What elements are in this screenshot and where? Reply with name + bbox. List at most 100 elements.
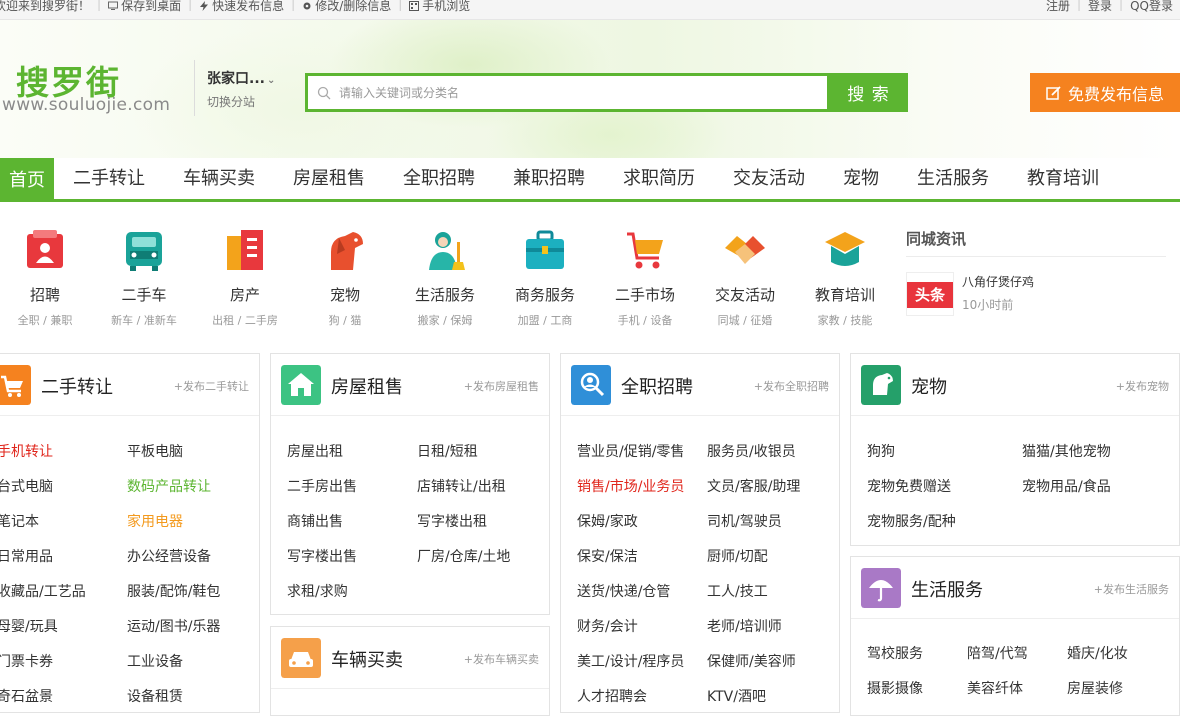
link-item[interactable]: 母婴/玩具 bbox=[0, 616, 58, 636]
link-item[interactable]: 厨师/切配 bbox=[707, 546, 768, 566]
link-item[interactable]: 销售/市场/业务员 bbox=[577, 476, 684, 496]
link-item[interactable]: 婚庆/化妆 bbox=[1067, 643, 1128, 663]
link-item[interactable]: 保姆/家政 bbox=[577, 511, 638, 531]
nav-item-pets[interactable]: 宠物 bbox=[843, 158, 879, 199]
gear-icon bbox=[303, 2, 311, 9]
category-education[interactable]: 教育培训 家教 / 技能 bbox=[795, 228, 895, 328]
login-link[interactable]: 登录 bbox=[1088, 0, 1112, 14]
category-business-services[interactable]: 商务服务 加盟 / 工商 bbox=[495, 228, 595, 328]
link-item[interactable]: 猫猫/其他宠物 bbox=[1022, 441, 1111, 461]
panel-title: 全职招聘 bbox=[621, 377, 693, 398]
panel-header: 二手转让 +发布二手转让 bbox=[0, 354, 259, 416]
save-desktop-link[interactable]: 保存到桌面 bbox=[108, 0, 181, 14]
link-item[interactable]: 写字楼出售 bbox=[287, 546, 357, 566]
header-divider bbox=[194, 60, 195, 116]
link-item[interactable]: 台式电脑 bbox=[0, 476, 53, 496]
link-item[interactable]: 保安/保洁 bbox=[577, 546, 638, 566]
link-item[interactable]: 手机转让 bbox=[0, 441, 53, 461]
link-item[interactable]: 宠物免费赠送 bbox=[867, 476, 951, 496]
link-item[interactable]: 店铺转让/出租 bbox=[417, 476, 506, 496]
nav-home[interactable]: 首页 bbox=[0, 158, 54, 199]
category-pets[interactable]: 宠物 狗 / 猫 bbox=[295, 228, 395, 328]
link-item[interactable]: 房屋装修 bbox=[1067, 678, 1123, 698]
category-secondhand-market[interactable]: 二手市场 手机 / 设备 bbox=[595, 228, 695, 328]
nav-item-parttime-jobs[interactable]: 兼职招聘 bbox=[513, 158, 585, 199]
nav-item-education[interactable]: 教育培训 bbox=[1027, 158, 1099, 199]
nav-item-fulltime-jobs[interactable]: 全职招聘 bbox=[403, 158, 475, 199]
category-property[interactable]: 房产 出租 / 二手房 bbox=[195, 228, 295, 328]
link-item[interactable]: 司机/驾驶员 bbox=[707, 511, 782, 531]
link-item[interactable]: 日租/短租 bbox=[417, 441, 478, 461]
link-item[interactable]: 送货/快递/仓管 bbox=[577, 581, 670, 601]
register-link[interactable]: 注册 bbox=[1046, 0, 1070, 14]
post-jobs-link[interactable]: +发布全职招聘 bbox=[754, 378, 829, 394]
link-item[interactable]: 设备租赁 bbox=[127, 686, 183, 706]
link-item[interactable]: 工业设备 bbox=[127, 651, 183, 671]
nav-item-housing[interactable]: 房屋租售 bbox=[293, 158, 365, 199]
link-item[interactable]: 狗狗 bbox=[867, 441, 895, 461]
link-item[interactable]: 商铺出售 bbox=[287, 511, 343, 531]
link-item[interactable]: 门票卡券 bbox=[0, 651, 53, 671]
link-item[interactable]: 陪驾/代驾 bbox=[967, 643, 1028, 663]
post-vehicle-link[interactable]: +发布车辆买卖 bbox=[464, 651, 539, 667]
link-item[interactable]: 宠物用品/食品 bbox=[1022, 476, 1111, 496]
link-item[interactable]: 办公经营设备 bbox=[127, 546, 211, 566]
post-housing-link[interactable]: +发布房屋租售 bbox=[464, 378, 539, 394]
mobile-browse-link[interactable]: 手机浏览 bbox=[409, 0, 470, 14]
link-item[interactable]: 老师/培训师 bbox=[707, 616, 782, 636]
link-item[interactable]: 宠物服务/配种 bbox=[867, 511, 956, 531]
link-item[interactable]: 二手房出售 bbox=[287, 476, 357, 496]
category-social[interactable]: 交友活动 同城 / 征婚 bbox=[695, 228, 795, 328]
link-item[interactable]: 笔记本 bbox=[0, 511, 39, 531]
category-name: 宠物 bbox=[329, 286, 360, 304]
news-item-title[interactable]: 八角仔煲仔鸡 bbox=[962, 273, 1034, 290]
link-item[interactable]: 写字楼出租 bbox=[417, 511, 487, 531]
post-life-link[interactable]: +发布生活服务 bbox=[1094, 581, 1169, 597]
link-item[interactable]: 收藏品/工艺品 bbox=[0, 581, 86, 601]
link-item[interactable]: 文员/客服/助理 bbox=[707, 476, 800, 496]
logo-url: www.souluojie.com bbox=[2, 95, 171, 115]
post-secondhand-link[interactable]: +发布二手转让 bbox=[174, 378, 249, 394]
link-item[interactable]: 服装/配饰/鞋包 bbox=[127, 581, 220, 601]
edit-delete-link[interactable]: 修改/删除信息 bbox=[302, 0, 391, 14]
link-item[interactable]: 财务/会计 bbox=[577, 616, 638, 636]
link-item[interactable]: 日常用品 bbox=[0, 546, 53, 566]
link-item[interactable]: 房屋出租 bbox=[287, 441, 343, 461]
link-item[interactable]: 人才招聘会 bbox=[577, 686, 647, 706]
category-life-services[interactable]: 生活服务 搬家 / 保姆 bbox=[395, 228, 495, 328]
link-item[interactable]: 厂房/仓库/土地 bbox=[417, 546, 510, 566]
link-item[interactable]: KTV/酒吧 bbox=[707, 686, 766, 706]
quick-post-link[interactable]: 快速发布信息 bbox=[199, 0, 284, 14]
link-item[interactable]: 求租/求购 bbox=[287, 581, 348, 601]
nav-item-resumes[interactable]: 求职简历 bbox=[623, 158, 695, 199]
link-item[interactable]: 工人/技工 bbox=[707, 581, 768, 601]
nav-item-vehicles[interactable]: 车辆买卖 bbox=[183, 158, 255, 199]
news-thumbnail[interactable]: 头条 bbox=[906, 272, 954, 316]
post-free-info-button[interactable]: 免费发布信息 bbox=[1030, 73, 1180, 112]
link-item[interactable]: 美工/设计/程序员 bbox=[577, 651, 684, 671]
city-selector[interactable]: 张家口... ⌄ bbox=[207, 68, 275, 88]
category-used-car[interactable]: 二手车 新车 / 准新车 bbox=[94, 228, 194, 328]
link-item[interactable]: 平板电脑 bbox=[127, 441, 183, 461]
link-item[interactable]: 服务员/收银员 bbox=[707, 441, 796, 461]
category-recruit[interactable]: 招聘 全职 / 兼职 bbox=[0, 228, 95, 328]
nav-item-social[interactable]: 交友活动 bbox=[733, 158, 805, 199]
link-item[interactable]: 美容纤体 bbox=[967, 678, 1023, 698]
switch-site-link[interactable]: 切换分站 bbox=[207, 93, 255, 110]
edit-delete-label: 修改/删除信息 bbox=[315, 0, 392, 13]
nav-item-secondhand[interactable]: 二手转让 bbox=[73, 158, 145, 199]
nav-item-life-services[interactable]: 生活服务 bbox=[917, 158, 989, 199]
category-sub: 出租 / 二手房 bbox=[212, 314, 278, 327]
link-item[interactable]: 数码产品转让 bbox=[127, 476, 211, 496]
search-button[interactable]: 搜 索 bbox=[829, 73, 908, 112]
post-pets-link[interactable]: +发布宠物 bbox=[1116, 378, 1169, 394]
search-input[interactable]: 请输入关键词或分类名 bbox=[305, 73, 830, 112]
link-item[interactable]: 家用电器 bbox=[127, 511, 183, 531]
link-item[interactable]: 摄影摄像 bbox=[867, 678, 923, 698]
link-item[interactable]: 奇石盆景 bbox=[0, 686, 53, 706]
link-item[interactable]: 营业员/促销/零售 bbox=[577, 441, 684, 461]
link-item[interactable]: 保健师/美容师 bbox=[707, 651, 796, 671]
qq-login-link[interactable]: QQ登录 bbox=[1130, 0, 1173, 14]
link-item[interactable]: 运动/图书/乐器 bbox=[127, 616, 220, 636]
link-item[interactable]: 驾校服务 bbox=[867, 643, 923, 663]
